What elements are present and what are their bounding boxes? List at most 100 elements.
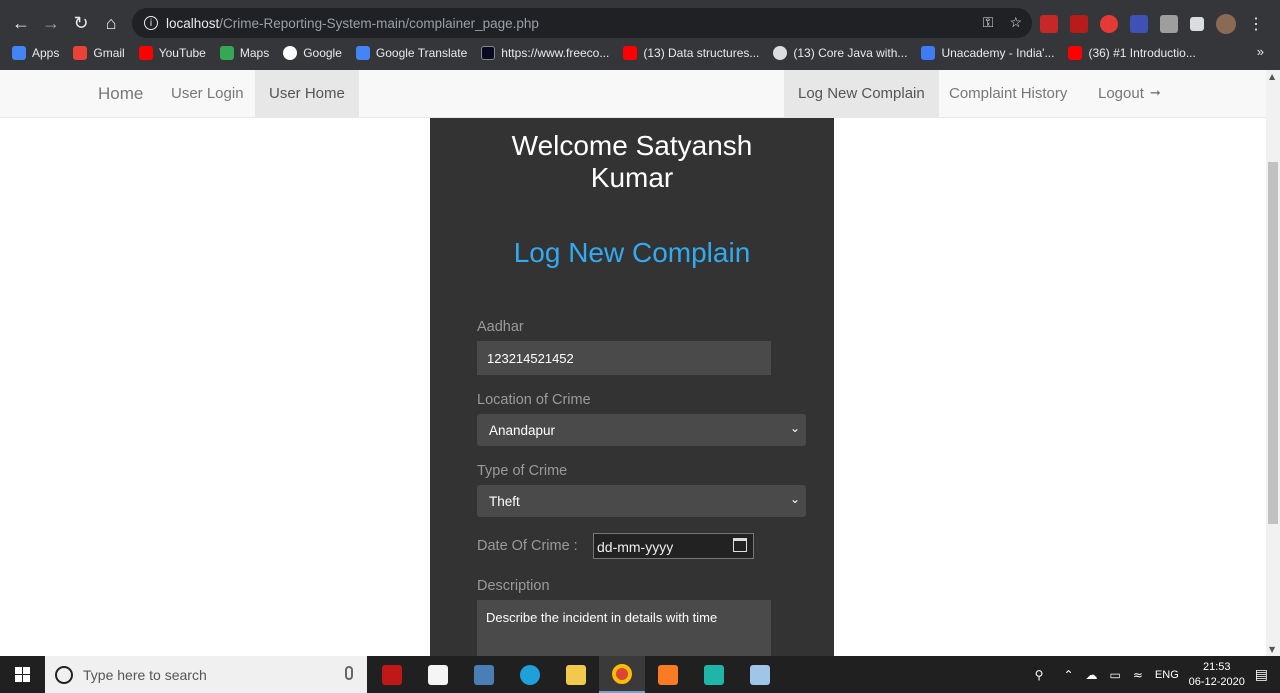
profile-avatar[interactable]	[1216, 14, 1236, 34]
notifications-icon[interactable]: ▤	[1255, 667, 1268, 683]
chevron-up-icon[interactable]: ⌃	[1063, 668, 1073, 682]
translate-icon	[355, 46, 370, 60]
clock-time: 21:53	[1203, 660, 1231, 673]
nav-home[interactable]: Home	[84, 70, 157, 117]
url-host: localhost	[166, 15, 220, 31]
chevron-down-icon: ⌄	[789, 421, 800, 435]
taskbar-app-whatsapp[interactable]	[691, 656, 737, 693]
scroll-down-arrow-icon[interactable]: ▼	[1269, 645, 1275, 654]
nav-user-home[interactable]: User Home	[255, 70, 359, 117]
aadhar-label: Aadhar	[477, 319, 524, 335]
battery-icon[interactable]: ▭	[1110, 668, 1121, 682]
menu-kebab-icon[interactable]: ⋮	[1248, 14, 1264, 34]
control-panel-icon	[474, 664, 494, 685]
bookmark-item[interactable]: Google	[283, 46, 342, 60]
browser-toolbar: ← → ↻ ⌂ i localhost /Crime-Reporting-Sys…	[0, 6, 1280, 40]
bookmark-label: (13) Data structures...	[643, 46, 760, 60]
nav-log-new-complain[interactable]: Log New Complain	[784, 70, 939, 117]
extension-icon[interactable]	[1040, 15, 1058, 33]
start-button[interactable]	[0, 656, 45, 693]
description-textarea[interactable]: Describe the incident in details with ti…	[477, 600, 771, 656]
bookmark-item[interactable]: Maps	[219, 46, 270, 60]
cortana-icon	[55, 665, 73, 684]
bookmark-item[interactable]: https://www.freeco...	[481, 46, 609, 60]
shield-extension-icon[interactable]	[1160, 15, 1178, 33]
taskbar-app-chrome[interactable]	[599, 656, 645, 693]
bookmark-item[interactable]: Google Translate	[355, 46, 468, 60]
bookmark-star-icon[interactable]: ☆	[1009, 14, 1022, 31]
crime-type-select[interactable]: Theft ⌄	[477, 485, 806, 517]
edge-icon	[520, 664, 540, 685]
microphone-icon[interactable]	[345, 666, 353, 680]
key-icon[interactable]: ⚿	[983, 14, 994, 31]
description-label: Description	[477, 578, 550, 594]
taskbar-app-control-panel[interactable]	[461, 656, 507, 693]
scrollbar-thumb[interactable]	[1268, 162, 1278, 524]
browser-chrome: ← → ↻ ⌂ i localhost /Crime-Reporting-Sys…	[0, 0, 1280, 70]
crime-type-label: Type of Crime	[477, 463, 568, 479]
url-path: /Crime-Reporting-System-main/complainer_…	[219, 15, 539, 31]
forward-arrow-icon[interactable]: →	[36, 8, 66, 38]
people-icon[interactable]: ⚲	[1035, 668, 1044, 682]
date-input[interactable]: dd-mm-yyyy	[593, 533, 754, 559]
bookmark-item[interactable]: (13) Data structures...	[623, 46, 759, 60]
taskbar-search[interactable]: Type here to search	[45, 656, 367, 693]
bookmark-label: Google	[303, 46, 342, 60]
scroll-up-arrow-icon[interactable]: ▲	[1269, 72, 1275, 81]
apps-grid-icon	[12, 46, 26, 60]
nav-user-login[interactable]: User Login	[157, 70, 258, 117]
page-scrollbar[interactable]: ▲ ▼	[1266, 70, 1280, 656]
chrome-icon	[612, 663, 632, 684]
address-bar[interactable]: i localhost /Crime-Reporting-System-main…	[132, 8, 1032, 38]
taskbar-app-xampp[interactable]	[645, 656, 691, 693]
unacademy-icon	[921, 46, 936, 60]
crime-type-selected-value: Theft	[489, 494, 520, 509]
site-navbar: Home User Login User Home Log New Compla…	[0, 70, 1266, 118]
bookmark-label: Google Translate	[375, 46, 468, 60]
bookmark-label: Unacademy - India'...	[941, 46, 1055, 60]
bookmark-item[interactable]: (13) Core Java with...	[773, 46, 907, 60]
bookmark-item[interactable]: Unacademy - India'...	[921, 46, 1054, 60]
taskbar-app-edge[interactable]	[507, 656, 553, 693]
pdf-extension-icon[interactable]	[1070, 15, 1088, 33]
xampp-icon	[658, 664, 678, 685]
back-arrow-icon[interactable]: ←	[6, 8, 36, 38]
welcome-heading: Welcome Satyansh Kumar	[430, 130, 834, 194]
reload-icon[interactable]: ↻	[66, 8, 96, 38]
gmail-icon	[73, 46, 88, 60]
home-icon[interactable]: ⌂	[96, 8, 126, 38]
taskbar-app-mcafee[interactable]	[369, 656, 415, 693]
aadhar-input[interactable]: 123214521452	[477, 341, 771, 375]
bookmark-item[interactable]: Gmail	[73, 46, 125, 60]
location-select[interactable]: Anandapur ⌄	[477, 414, 806, 446]
form-title: Log New Complain	[513, 237, 751, 268]
calendar-icon[interactable]	[733, 538, 747, 552]
notes-icon	[750, 664, 770, 685]
freecodecamp-icon	[481, 46, 496, 60]
bookmark-label: Maps	[239, 46, 270, 60]
bookmark-item[interactable]: YouTube	[138, 46, 206, 60]
language-indicator[interactable]: ENG	[1155, 669, 1179, 681]
site-info-icon[interactable]: i	[144, 16, 158, 30]
taskbar-app-notes[interactable]	[737, 656, 783, 693]
extensions: ⋮	[1040, 14, 1264, 34]
windows-taskbar: Type here to search ⚲ ⌃ ☁ ▭ ≈ ENG 21:53 …	[0, 656, 1280, 693]
logout-icon: ➞	[1149, 86, 1161, 101]
clock[interactable]: 21:53 06-12-2020	[1185, 660, 1249, 690]
bookmark-item[interactable]: (36) #1 Introductio...	[1068, 46, 1196, 60]
bookmark-item[interactable]: Apps	[12, 46, 59, 60]
taskbar-app-explorer[interactable]	[553, 656, 599, 693]
date-placeholder: dd-mm-yyyy	[597, 539, 674, 555]
puzzle-icon[interactable]	[1190, 17, 1204, 31]
bookmark-label: Gmail	[93, 46, 125, 60]
nav-logout[interactable]: Logout ➞	[1084, 70, 1175, 117]
more-bookmarks-chevron-icon[interactable]: »	[1257, 44, 1264, 59]
extension-icon[interactable]	[1100, 15, 1118, 33]
taskbar-app-store[interactable]	[415, 656, 461, 693]
bookmark-label: https://www.freeco...	[501, 46, 610, 60]
nav-complaint-history[interactable]: Complaint History	[935, 70, 1081, 117]
welcome-line: Welcome Satyansh	[511, 130, 753, 161]
onedrive-cloud-icon[interactable]: ☁	[1086, 668, 1098, 682]
wifi-icon[interactable]: ≈	[1133, 668, 1143, 682]
extension-icon[interactable]	[1130, 15, 1148, 33]
